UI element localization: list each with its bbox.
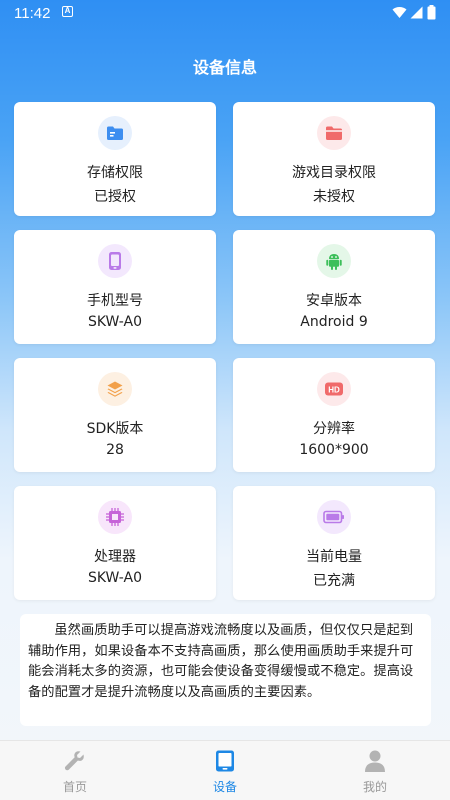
nav-item-home[interactable]: 首页 bbox=[0, 741, 150, 800]
card-processor[interactable]: 处理器 SKW-A0 bbox=[14, 486, 216, 600]
notice-text: 虽然画质助手可以提高游戏流畅度以及画质，但仅仅只是起到辅助作用，如果设备本不支持… bbox=[20, 614, 431, 726]
phone-icon bbox=[98, 244, 132, 278]
nav-item-mine[interactable]: 我的 bbox=[300, 741, 450, 800]
card-value: SKW-A0 bbox=[87, 314, 143, 330]
card-value: 已授权 bbox=[94, 189, 136, 205]
battery-icon bbox=[317, 500, 351, 534]
card-sdk-version[interactable]: SDK版本 28 bbox=[14, 358, 216, 472]
android-icon bbox=[317, 244, 351, 278]
card-value: 未授权 bbox=[313, 189, 355, 205]
nav-label: 设备 bbox=[212, 780, 237, 794]
card-title: 存储权限 bbox=[87, 165, 143, 181]
card-value: 28 bbox=[106, 442, 124, 458]
battery-icon bbox=[427, 5, 436, 20]
wrench-icon bbox=[64, 751, 84, 771]
card-value: SKW-A0 bbox=[87, 570, 143, 586]
card-title: 安卓版本 bbox=[306, 293, 362, 309]
card-title: 分辨率 bbox=[313, 421, 355, 437]
page-title: 设备信息 bbox=[192, 58, 257, 77]
card-title: 手机型号 bbox=[87, 293, 143, 309]
card-storage-permission[interactable]: 存储权限 已授权 bbox=[14, 102, 216, 216]
nav-label: 我的 bbox=[362, 780, 387, 794]
tablet-icon bbox=[216, 750, 234, 772]
signal-icon bbox=[410, 6, 423, 19]
card-title: 游戏目录权限 bbox=[292, 165, 376, 181]
a-box-icon: A bbox=[62, 6, 73, 17]
card-value: 已充满 bbox=[313, 573, 355, 589]
chip-icon bbox=[98, 500, 132, 534]
svg-text:HD: HD bbox=[328, 386, 340, 395]
hd-icon: HD bbox=[317, 372, 351, 406]
card-title: 处理器 bbox=[94, 549, 136, 565]
card-value: Android 9 bbox=[300, 314, 368, 330]
folder-icon bbox=[317, 116, 351, 150]
status-bar: 11:42 A bbox=[0, 0, 450, 26]
wifi-icon bbox=[392, 7, 407, 19]
card-game-directory-permission[interactable]: 游戏目录权限 未授权 bbox=[233, 102, 435, 216]
folder-icon bbox=[98, 116, 132, 150]
card-phone-model[interactable]: 手机型号 SKW-A0 bbox=[14, 230, 216, 344]
bottom-nav: 首页 设备 我的 bbox=[0, 740, 450, 800]
card-battery-level[interactable]: 当前电量 已充满 bbox=[233, 486, 435, 600]
card-resolution[interactable]: HD 分辨率 1600*900 bbox=[233, 358, 435, 472]
nav-item-device[interactable]: 设备 bbox=[150, 741, 300, 800]
card-title: SDK版本 bbox=[86, 421, 144, 437]
card-title: 当前电量 bbox=[306, 549, 362, 565]
user-icon bbox=[365, 750, 385, 772]
status-time: 11:42 bbox=[14, 5, 51, 22]
card-value: 1600*900 bbox=[299, 442, 369, 458]
layers-icon bbox=[98, 372, 132, 406]
nav-label: 首页 bbox=[62, 780, 87, 794]
card-android-version[interactable]: 安卓版本 Android 9 bbox=[233, 230, 435, 344]
